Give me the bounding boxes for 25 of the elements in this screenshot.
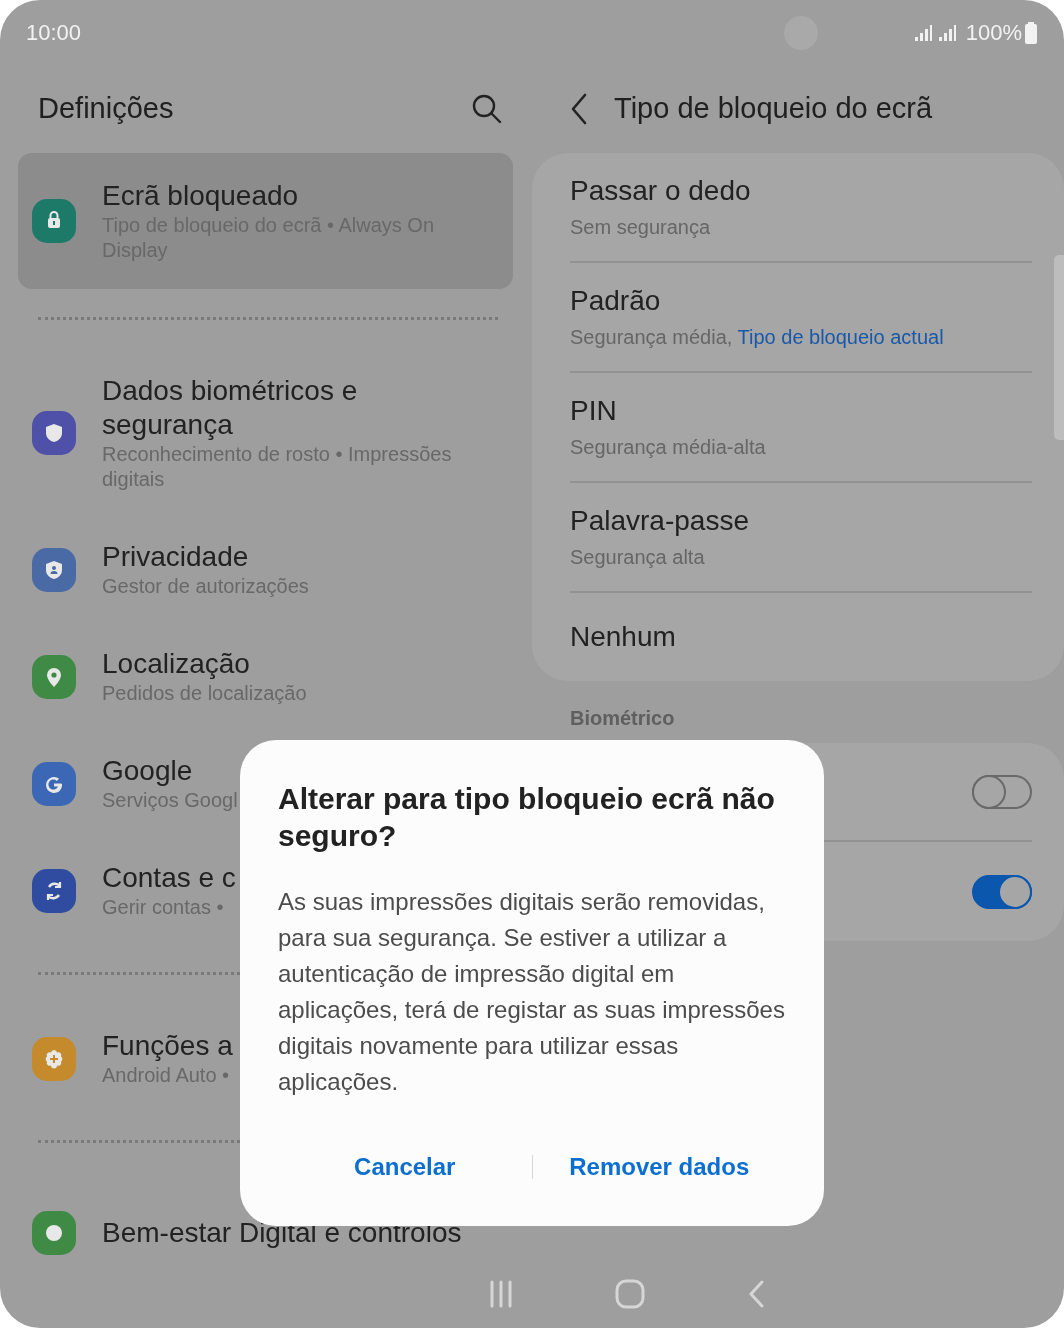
- dialog-title: Alterar para tipo bloqueio ecrã não seguro?: [278, 781, 776, 854]
- section-label: Biométrico: [569, 706, 676, 731]
- item-title: Dados biométricos e segurança: [102, 374, 359, 442]
- battery-percent: 100%: [965, 19, 1022, 47]
- option-subtitle: Sem segurança: [570, 215, 712, 240]
- item-title: Funções a: [102, 1029, 233, 1063]
- status-time: 10:00: [26, 19, 82, 47]
- option-subtitle: Segurança média-alta: [570, 435, 767, 460]
- item-title: Ecrã bloqueado: [102, 179, 299, 213]
- option-title: PIN: [570, 394, 618, 428]
- item-title: Privacidade: [102, 540, 249, 574]
- item-title: Google: [102, 754, 193, 788]
- option-subtitle: Segurança média, Tipo de bloqueio actual: [570, 325, 945, 350]
- item-title: Localização: [102, 647, 250, 681]
- option-title: Passar o dedo: [570, 174, 752, 208]
- pane-title: Tipo de bloqueio do ecrã: [614, 91, 933, 127]
- item-title: Bem-estar Digital e controlos: [102, 1219, 462, 1247]
- item-title: Contas e c: [102, 861, 236, 895]
- option-subtitle: Segurança alta: [570, 545, 706, 570]
- option-title: Padrão: [570, 284, 662, 318]
- pane-title: Definições: [38, 91, 175, 127]
- option-title: Nenhum: [570, 620, 677, 654]
- current-type-note: Tipo de bloqueio actual: [737, 326, 944, 348]
- option-title: Palavra-passe: [570, 504, 750, 538]
- dialog-message: As suas impressões digitais serão removidas, para sua segurança. Se estiver a utilizar a autenticação de impressão digital em aplicações, terá de registar as suas impressões digitais novamente para utilizar essas aplicações.: [278, 887, 786, 1097]
